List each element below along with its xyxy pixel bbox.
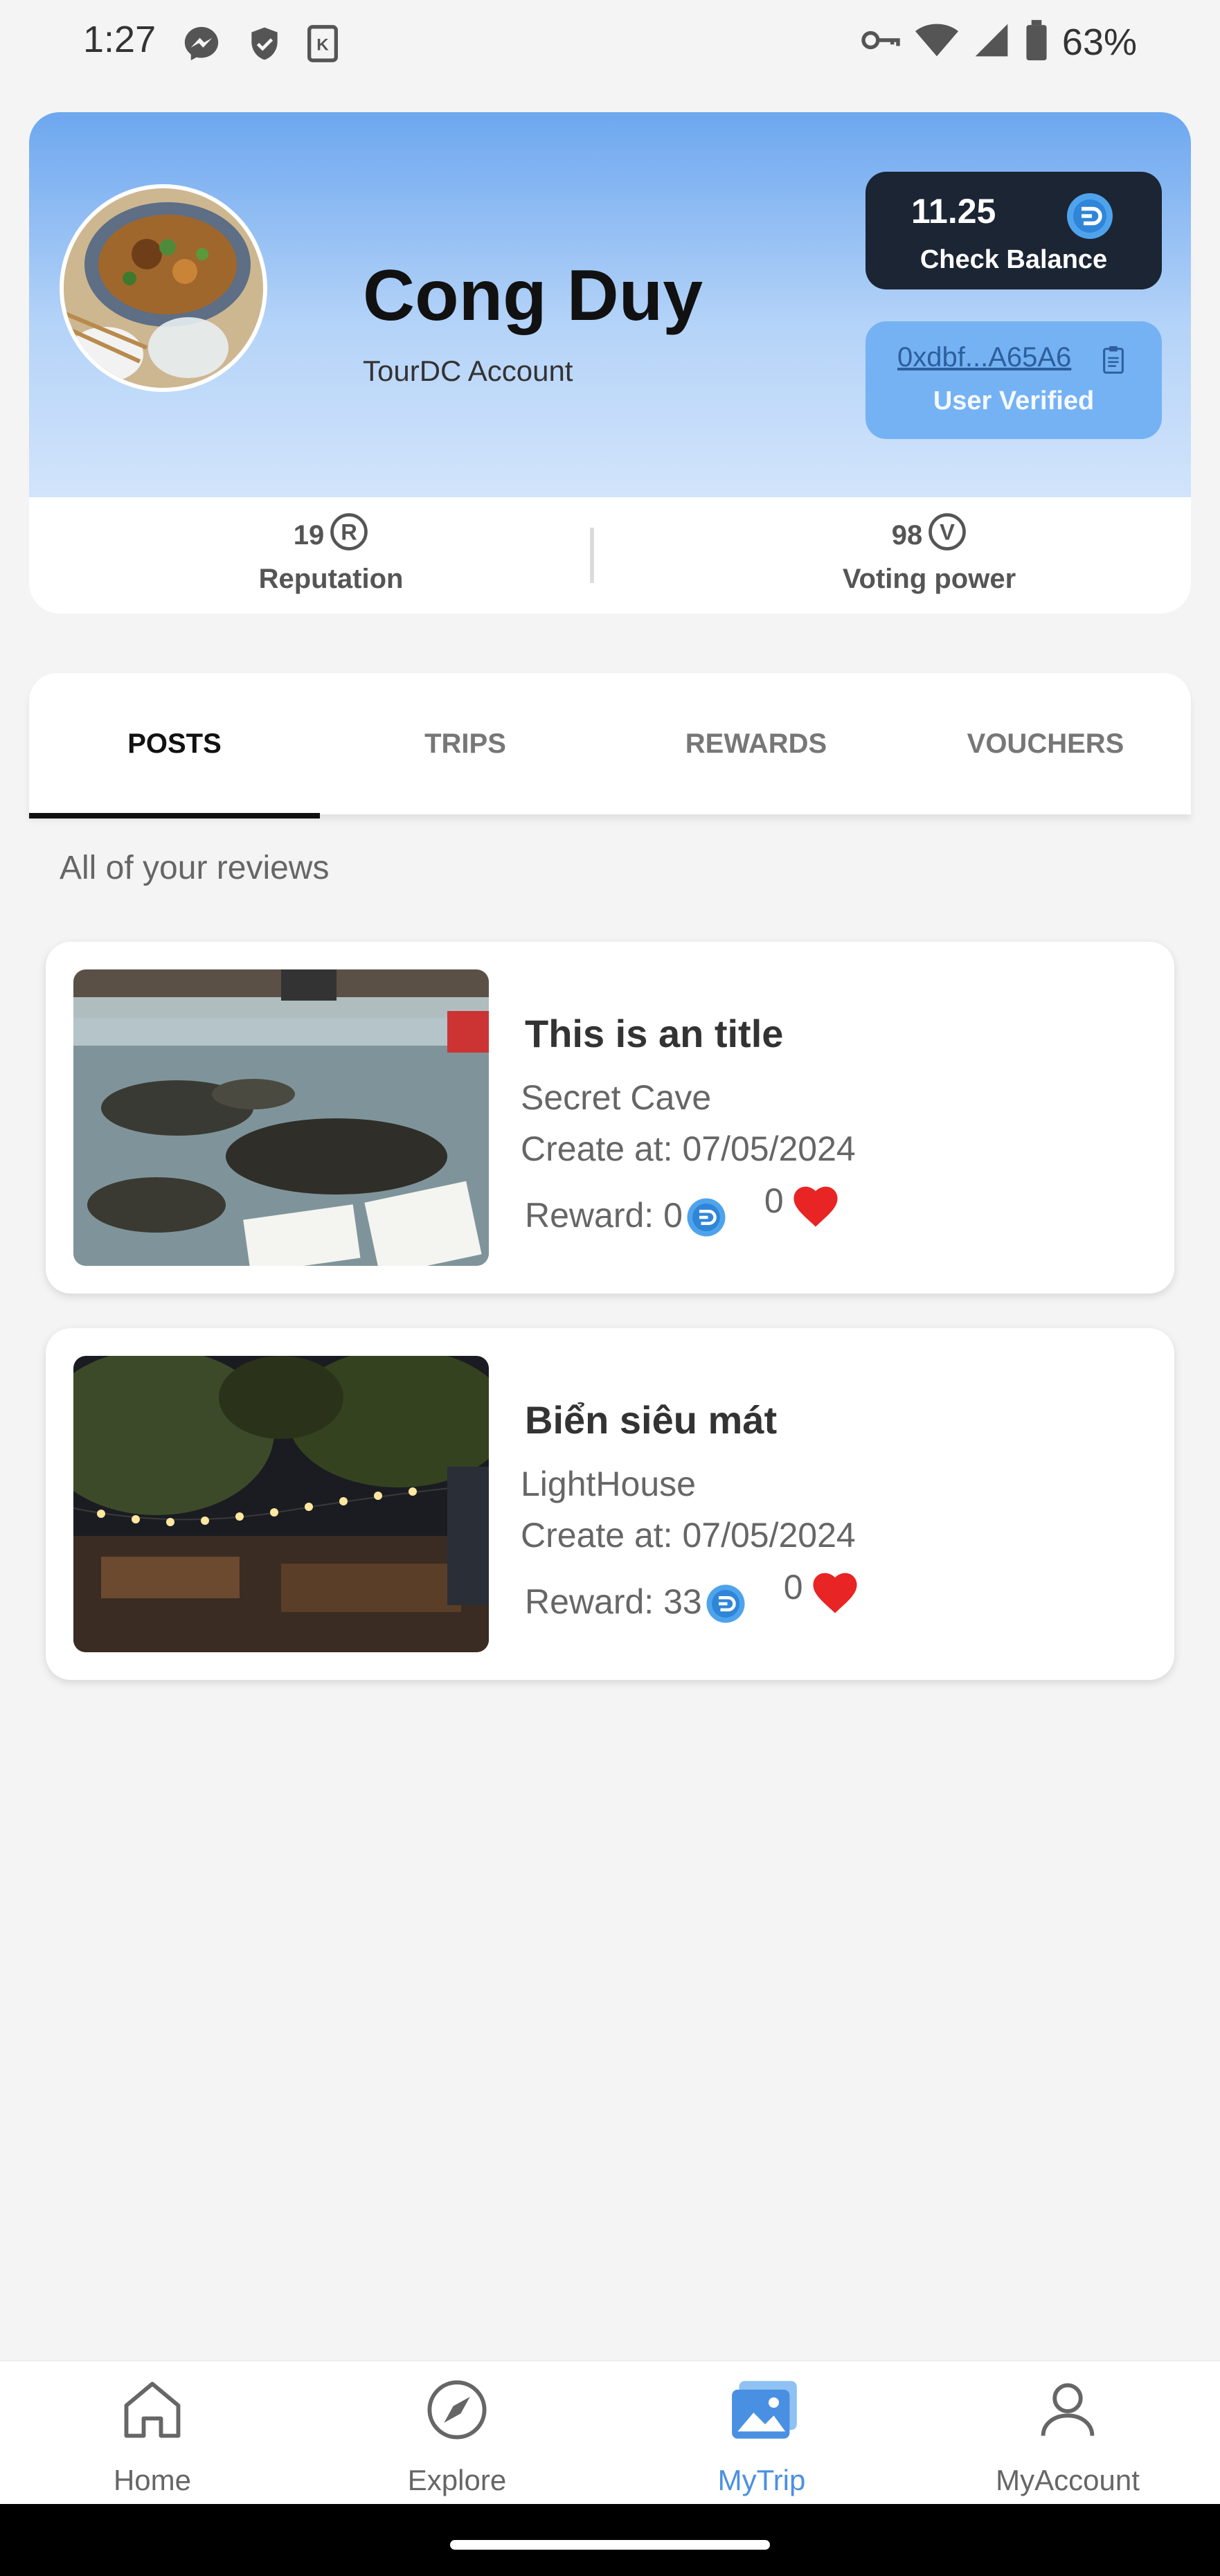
status-bar: 1:27 K 63%: [0, 0, 1220, 90]
active-tab-indicator: [29, 813, 320, 819]
like-count: 0: [783, 1568, 803, 1607]
like-button[interactable]: 0: [764, 1181, 842, 1236]
wifi-icon: [915, 21, 958, 62]
nav-myaccount-label: MyAccount: [996, 2464, 1140, 2496]
vpn-key-icon: [860, 23, 901, 61]
wallet-address-link[interactable]: 0xdbf...A65A6: [897, 342, 1071, 373]
post-reward: Reward: 0 0: [525, 1181, 842, 1246]
bottom-navigation: Home Explore MyTrip MyAccount: [0, 2360, 1220, 2505]
like-count: 0: [764, 1181, 784, 1220]
messenger-icon: [181, 24, 222, 67]
post-image: [73, 969, 489, 1266]
tab-rewards[interactable]: REWARDS: [611, 673, 901, 814]
token-coin-icon: [1065, 191, 1115, 244]
gallery-icon: [727, 2375, 797, 2444]
post-location: LightHouse: [521, 1465, 696, 1503]
home-icon: [118, 2375, 187, 2444]
nav-mytrip-label: MyTrip: [717, 2464, 806, 2496]
battery-icon: [1025, 19, 1048, 64]
post-location: Secret Cave: [521, 1078, 712, 1117]
avatar[interactable]: [60, 184, 267, 392]
balance-amount: 11.25: [911, 192, 996, 231]
wallet-verified-badge[interactable]: 0xdbf...A65A6 User Verified: [865, 321, 1162, 439]
token-coin-icon: [685, 1197, 727, 1246]
tab-trips[interactable]: TRIPS: [320, 673, 611, 814]
post-date: Create at: 07/05/2024: [521, 1129, 856, 1168]
reward-label: Reward: 33: [525, 1582, 702, 1621]
post-card[interactable]: Biển siêu mát LightHouse Create at: 07/0…: [46, 1328, 1174, 1680]
tab-posts[interactable]: POSTS: [29, 673, 320, 814]
battery-percent: 63%: [1061, 21, 1137, 63]
nav-explore-label: Explore: [407, 2464, 507, 2496]
user-name: Cong Duy: [363, 256, 703, 336]
post-reward: Reward: 33 0: [525, 1568, 861, 1633]
app-k-icon: K: [307, 24, 338, 67]
svg-text:R: R: [341, 519, 357, 545]
stat-divider: [590, 528, 594, 583]
signal-icon: [972, 21, 1011, 63]
user-icon: [1033, 2375, 1102, 2444]
post-title: Biển siêu mát: [525, 1398, 778, 1442]
voting-label: Voting power: [842, 564, 1016, 594]
reward-label: Reward: 0: [525, 1196, 683, 1235]
voting-icon: V: [928, 512, 967, 558]
account-type: TourDC Account: [363, 355, 573, 387]
voting-value: 98: [891, 519, 923, 551]
svg-text:V: V: [940, 519, 955, 545]
voting-power-stat: 98 V Voting power: [756, 512, 1102, 595]
reputation-stat: 19 R Reputation: [158, 512, 504, 595]
reputation-icon: R: [330, 512, 368, 558]
system-gesture-bar: [0, 2504, 1220, 2576]
shield-icon: [245, 24, 284, 67]
heart-icon: [809, 1567, 861, 1622]
heart-icon: [789, 1181, 842, 1236]
post-date: Create at: 07/05/2024: [521, 1516, 856, 1555]
nav-myaccount[interactable]: MyAccount: [915, 2361, 1220, 2505]
post-card[interactable]: This is an title Secret Cave Create at: …: [46, 942, 1174, 1294]
nav-explore[interactable]: Explore: [305, 2361, 609, 2505]
nav-home-label: Home: [113, 2464, 192, 2496]
reputation-label: Reputation: [258, 564, 404, 594]
nav-home[interactable]: Home: [0, 2361, 305, 2505]
reputation-value: 19: [293, 519, 325, 551]
post-image: [73, 1356, 489, 1652]
check-balance-label: Check Balance: [920, 245, 1108, 274]
post-title: This is an title: [525, 1012, 784, 1055]
nav-mytrip[interactable]: MyTrip: [609, 2361, 914, 2505]
svg-text:K: K: [316, 36, 329, 55]
home-gesture-handle[interactable]: [450, 2540, 770, 2550]
clipboard-icon[interactable]: [1101, 345, 1126, 377]
user-verified-label: User Verified: [933, 386, 1095, 415]
status-time: 1:27: [83, 19, 156, 60]
check-balance-button[interactable]: 11.25 Check Balance: [865, 172, 1162, 289]
tab-bar: POSTS TRIPS REWARDS VOUCHERS: [29, 673, 1191, 819]
profile-card: Cong Duy TourDC Account 11.25 Check Bala…: [29, 112, 1191, 614]
tab-vouchers[interactable]: VOUCHERS: [900, 673, 1191, 814]
compass-icon: [422, 2375, 492, 2444]
token-coin-icon: [705, 1583, 746, 1633]
like-button[interactable]: 0: [784, 1567, 861, 1622]
section-label: All of your reviews: [60, 850, 330, 886]
